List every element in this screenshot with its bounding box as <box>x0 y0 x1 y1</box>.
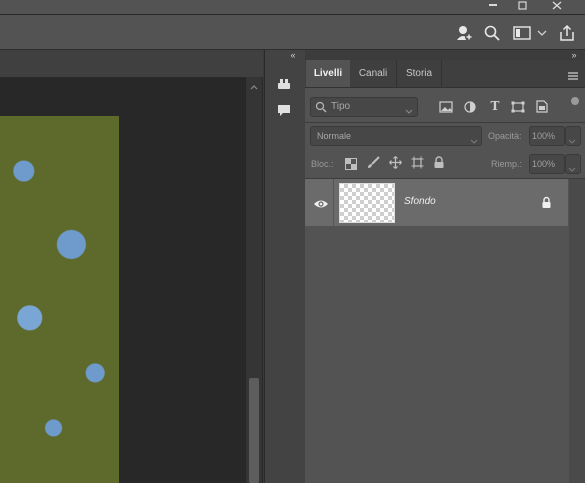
chevron-down-icon <box>470 132 478 150</box>
tab-storia[interactable]: Storia <box>397 60 442 87</box>
lock-all-icon[interactable] <box>433 156 445 169</box>
share-user-icon[interactable] <box>454 24 474 42</box>
collapse-dock-icon[interactable]: « <box>286 50 300 60</box>
search-icon[interactable] <box>482 24 502 42</box>
chevron-down-icon <box>405 102 413 120</box>
chevron-down-icon <box>568 132 576 150</box>
chevron-down-icon <box>568 160 576 178</box>
opacity-label: Opacità: <box>488 130 522 141</box>
lock-image-icon[interactable] <box>367 156 380 169</box>
opacity-value: 100% <box>532 130 556 141</box>
lock-position-icon[interactable] <box>389 156 402 169</box>
shape-filter-icon[interactable] <box>511 100 525 113</box>
smart-object-filter-icon[interactable] <box>535 100 549 113</box>
blend-mode-value: Normale <box>317 130 352 141</box>
lock-artboard-icon[interactable] <box>411 156 424 169</box>
divider <box>333 179 334 226</box>
chevron-down-icon[interactable] <box>536 24 548 42</box>
adjustment-filter-icon[interactable] <box>463 100 477 113</box>
tab-canali[interactable]: Canali <box>350 60 397 87</box>
export-icon[interactable] <box>556 24 578 42</box>
collapse-panel-icon[interactable]: » <box>567 50 581 60</box>
layer-lock-icon <box>541 196 552 209</box>
fill-label: Riemp.: <box>491 158 523 169</box>
canvas-scroll-thumb[interactable] <box>249 378 259 483</box>
divider <box>305 122 585 123</box>
layer-name[interactable]: Sfondo <box>404 196 436 207</box>
workspace-icon[interactable] <box>511 24 533 42</box>
tab-livelli[interactable]: Livelli <box>306 60 350 87</box>
scroll-up-icon[interactable] <box>248 82 260 92</box>
brush-settings-icon[interactable] <box>270 72 298 96</box>
visibility-eye-icon[interactable] <box>313 197 329 209</box>
comments-icon[interactable] <box>270 99 298 123</box>
type-filter-icon[interactable]: T <box>488 99 502 113</box>
lock-label: Bloc.: <box>311 158 334 169</box>
image-filter-icon[interactable] <box>439 100 453 113</box>
document-image[interactable] <box>0 116 119 483</box>
restore-icon[interactable] <box>512 0 534 10</box>
layer-filter-label: Tipo <box>331 101 351 112</box>
fill-value: 100% <box>532 158 556 169</box>
panel-menu-icon[interactable] <box>567 68 579 80</box>
minimize-icon[interactable] <box>482 0 504 10</box>
filter-toggle-icon[interactable] <box>571 97 579 105</box>
panel-header-strip <box>305 50 585 60</box>
layers-scrollbar[interactable] <box>569 179 585 483</box>
lock-transparent-icon[interactable] <box>345 157 357 170</box>
search-icon <box>315 100 327 113</box>
layer-thumbnail[interactable] <box>339 183 395 223</box>
document-tab-bar <box>0 50 263 78</box>
close-icon[interactable] <box>546 0 568 10</box>
